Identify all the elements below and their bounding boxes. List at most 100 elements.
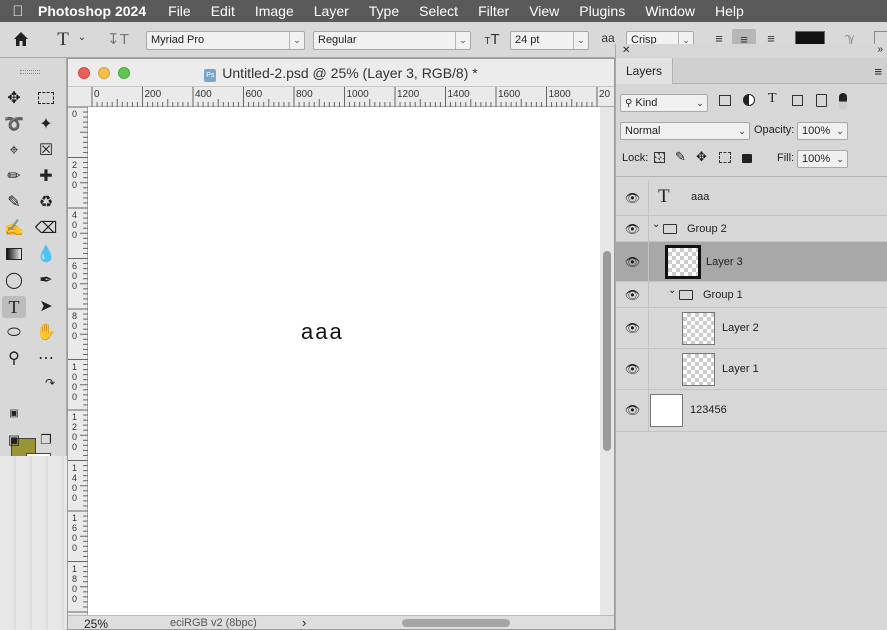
lock-position-icon[interactable]: ✥ bbox=[696, 149, 707, 165]
lock-transparent-pixels-icon[interactable] bbox=[654, 152, 665, 163]
fill-field[interactable]: 100% ⌄ bbox=[797, 150, 848, 168]
status-menu-arrow-icon[interactable]: › bbox=[302, 615, 306, 630]
text-color-swatch[interactable] bbox=[795, 31, 825, 45]
visibility-eye-icon[interactable]: 👁 bbox=[625, 362, 640, 376]
menu-plugins[interactable]: Plugins bbox=[569, 3, 635, 19]
layer-row-group-2[interactable]: 👁 ⌄ Group 2 bbox=[616, 216, 887, 242]
layer-row-123456[interactable]: 👁 123456 bbox=[616, 390, 887, 432]
dodge-tool-icon[interactable]: ◯ bbox=[2, 270, 26, 292]
document-titlebar[interactable]: Ps Untitled-2.psd @ 25% (Layer 3, RGB/8) … bbox=[68, 59, 614, 87]
gradient-tool-icon[interactable] bbox=[2, 244, 26, 266]
menu-window[interactable]: Window bbox=[635, 3, 705, 19]
filter-adjustment-icon[interactable] bbox=[743, 94, 755, 106]
vertical-scrollbar-thumb[interactable] bbox=[603, 251, 611, 451]
ellipse-tool-icon[interactable]: ⬭ bbox=[2, 322, 26, 344]
filter-type-icon[interactable]: T bbox=[768, 91, 777, 107]
opacity-field[interactable]: 100% ⌄ bbox=[797, 122, 848, 140]
layer-name[interactable]: Layer 1 bbox=[722, 363, 759, 375]
layer-name[interactable]: Layer 2 bbox=[722, 322, 759, 334]
pen-tool-icon[interactable]: ✒ bbox=[34, 270, 58, 292]
chevron-down-icon[interactable]: ⌄ bbox=[668, 285, 676, 296]
horizontal-scrollbar-thumb[interactable] bbox=[402, 619, 510, 627]
ruler-label: 1 6 0 0 bbox=[72, 513, 78, 553]
font-style-select[interactable]: Regular ⌄ bbox=[313, 31, 471, 50]
menu-layer[interactable]: Layer bbox=[304, 3, 359, 19]
layer-name[interactable]: Group 2 bbox=[687, 223, 727, 235]
visibility-eye-icon[interactable]: 👁 bbox=[625, 191, 640, 205]
eyedropper-tool-icon[interactable]: ✏ bbox=[2, 166, 26, 188]
layer-filter-kind-select[interactable]: ⚲ Kind ⌄ bbox=[620, 94, 708, 112]
move-tool-icon[interactable]: ✥ bbox=[2, 88, 26, 110]
app-menu[interactable]: Photoshop 2024 bbox=[36, 3, 158, 19]
canvas-text-layer[interactable]: aaa bbox=[301, 319, 344, 345]
layer-name[interactable]: Group 1 bbox=[703, 289, 743, 301]
lock-image-pixels-icon[interactable]: ✎ bbox=[675, 149, 686, 165]
filter-toggle-switch[interactable] bbox=[839, 93, 847, 110]
horizontal-ruler[interactable]: 0 200 400 600 800 1000 1200 1400 1600 1800 20 bbox=[68, 87, 614, 107]
frame-tool-icon[interactable]: ☒ bbox=[34, 140, 58, 162]
expand-panel-icon[interactable]: » bbox=[877, 44, 883, 55]
visibility-eye-icon[interactable]: 👁 bbox=[625, 321, 640, 335]
filter-pixel-icon[interactable] bbox=[719, 95, 731, 106]
healing-brush-tool-icon[interactable]: ✚ bbox=[34, 166, 58, 188]
chevron-down-icon[interactable]: ⌄ bbox=[76, 32, 88, 43]
tab-layers[interactable]: Layers bbox=[616, 58, 674, 84]
filter-shape-icon[interactable] bbox=[792, 95, 803, 106]
layer-name[interactable]: aaa bbox=[691, 191, 709, 203]
swap-colors-icon[interactable]: ↷ bbox=[38, 372, 62, 394]
zoom-level[interactable]: 25% bbox=[84, 617, 108, 630]
lasso-tool-icon[interactable]: ➰ bbox=[2, 114, 26, 136]
toolbox-grip[interactable] bbox=[20, 70, 40, 74]
brush-tool-icon[interactable]: ✎ bbox=[2, 192, 26, 214]
menu-filter[interactable]: Filter bbox=[468, 3, 519, 19]
layer-name[interactable]: Layer 3 bbox=[706, 256, 743, 268]
lock-all-icon[interactable] bbox=[742, 154, 752, 163]
more-tools-icon[interactable]: ⋯ bbox=[34, 348, 58, 370]
collapse-panel-icon[interactable]: ✕ bbox=[622, 45, 630, 56]
layer-row-layer-3[interactable]: 👁 Layer 3 bbox=[616, 242, 887, 282]
quick-mask-icon[interactable]: ▣ bbox=[2, 429, 26, 451]
visibility-eye-icon[interactable]: 👁 bbox=[625, 403, 640, 417]
menu-view[interactable]: View bbox=[519, 3, 569, 19]
layer-name[interactable]: 123456 bbox=[690, 404, 727, 416]
hand-tool-icon[interactable]: ✋ bbox=[34, 322, 58, 344]
layer-row-layer-2[interactable]: 👁 Layer 2 bbox=[616, 308, 887, 349]
type-tool-preset-icon[interactable]: T bbox=[52, 29, 74, 51]
zoom-tool-icon[interactable]: ⚲ bbox=[2, 348, 26, 370]
menu-type[interactable]: Type bbox=[359, 3, 409, 19]
visibility-eye-icon[interactable]: 👁 bbox=[625, 222, 640, 236]
menu-image[interactable]: Image bbox=[245, 3, 304, 19]
menu-help[interactable]: Help bbox=[705, 3, 754, 19]
home-icon[interactable] bbox=[10, 30, 32, 53]
visibility-eye-icon[interactable]: 👁 bbox=[625, 288, 640, 302]
blur-tool-icon[interactable]: 💧 bbox=[34, 244, 58, 266]
vertical-ruler[interactable]: 0 2 0 0 4 0 0 6 0 0 8 0 0 1 0 0 0 1 2 0 0 1 4 0… bbox=[68, 107, 88, 624]
blend-mode-select[interactable]: Normal ⌄ bbox=[620, 122, 750, 140]
text-orientation-icon[interactable]: ↧T bbox=[106, 30, 130, 48]
menu-select[interactable]: Select bbox=[409, 3, 468, 19]
canvas[interactable]: aaa bbox=[89, 107, 600, 615]
layer-row-group-1[interactable]: 👁 ⌄ Group 1 bbox=[616, 282, 887, 308]
type-tool-icon[interactable]: T bbox=[2, 296, 26, 318]
marquee-tool-icon[interactable] bbox=[34, 88, 58, 110]
menu-file[interactable]: File bbox=[158, 3, 201, 19]
history-brush-tool-icon[interactable]: ✍ bbox=[2, 218, 26, 240]
screen-mode-icon[interactable]: ❐ bbox=[34, 429, 58, 451]
visibility-eye-icon[interactable]: 👁 bbox=[625, 255, 640, 269]
layer-row-layer-1[interactable]: 👁 Layer 1 bbox=[616, 349, 887, 390]
lock-artboard-icon[interactable] bbox=[719, 152, 731, 163]
font-size-select[interactable]: 24 pt ⌄ bbox=[510, 31, 589, 50]
layer-row-aaa[interactable]: 👁 T aaa bbox=[616, 180, 887, 216]
magic-wand-tool-icon[interactable]: ✦ bbox=[34, 114, 58, 136]
font-family-select[interactable]: Myriad Pro ⌄ bbox=[146, 31, 305, 50]
crop-tool-icon[interactable]: ⌖ bbox=[2, 140, 26, 162]
filter-smart-object-icon[interactable] bbox=[816, 94, 827, 107]
path-selection-tool-icon[interactable]: ➤ bbox=[34, 296, 58, 318]
default-colors-icon[interactable]: ▣ bbox=[2, 403, 26, 425]
panel-menu-icon[interactable]: ≡ bbox=[874, 64, 882, 79]
menu-edit[interactable]: Edit bbox=[201, 3, 245, 19]
clone-stamp-tool-icon[interactable]: ♻ bbox=[34, 192, 58, 214]
eraser-tool-icon[interactable]: ⌫ bbox=[34, 218, 58, 240]
chevron-down-icon[interactable]: ⌄ bbox=[652, 219, 660, 230]
apple-menu-icon[interactable]:  bbox=[0, 3, 36, 20]
